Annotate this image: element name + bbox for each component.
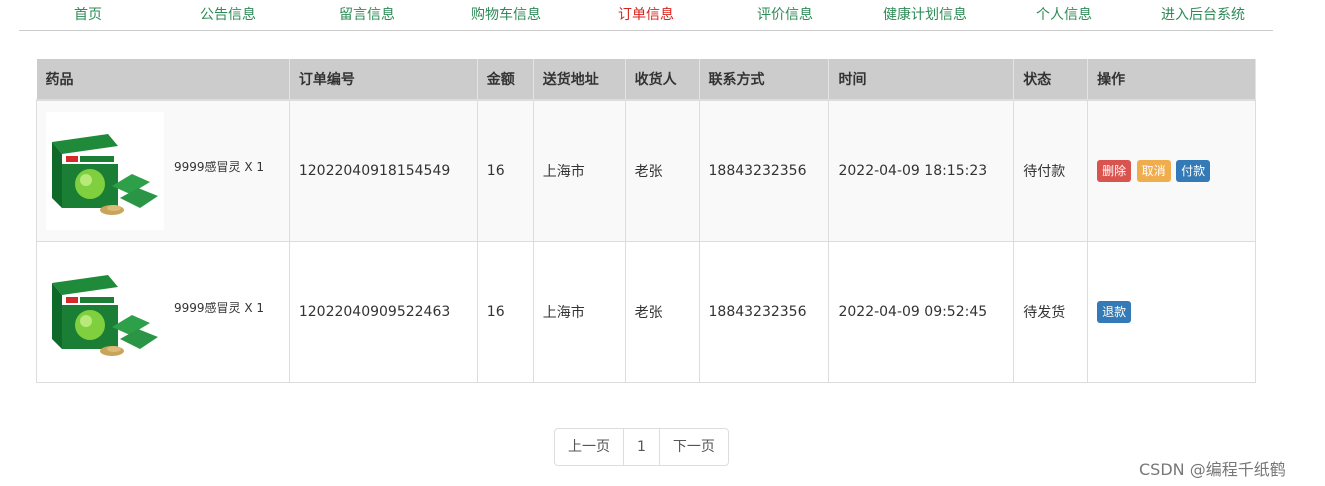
nav-health-plan[interactable]: 健康计划信息 xyxy=(883,4,967,24)
prev-page-button[interactable]: 上一页 xyxy=(555,429,624,465)
nav-messages[interactable]: 留言信息 xyxy=(339,4,395,24)
amount-cell: 16 xyxy=(476,241,534,383)
nav-announcements[interactable]: 公告信息 xyxy=(200,4,256,24)
table-row: 9999感冒灵 X 1 12022040918154549 16 上海市 老张 … xyxy=(36,99,1256,242)
delete-button[interactable]: 删除 xyxy=(1097,160,1132,182)
phone-cell: 18843232356 xyxy=(698,99,830,242)
header-phone: 联系方式 xyxy=(699,59,830,101)
table-row: 9999感冒灵 X 1 12022040909522463 16 上海市 老张 … xyxy=(36,241,1256,383)
nav-cart[interactable]: 购物车信息 xyxy=(471,4,541,24)
nav-home[interactable]: 首页 xyxy=(74,4,102,24)
header-amount: 金额 xyxy=(477,59,534,101)
drug-cell: 9999感冒灵 X 1 xyxy=(36,99,290,242)
header-time: 时间 xyxy=(828,59,1015,101)
time-cell: 2022-04-09 18:15:23 xyxy=(828,99,1015,242)
receiver-cell: 老张 xyxy=(624,241,700,383)
pagination: 上一页 1 下一页 xyxy=(554,428,729,466)
next-page-button[interactable]: 下一页 xyxy=(660,429,728,465)
actions-cell: 退款 xyxy=(1087,241,1256,383)
order-no-cell: 12022040909522463 xyxy=(288,241,478,383)
header-receiver: 收货人 xyxy=(625,59,700,101)
drug-name: 9999感冒灵 X 1 xyxy=(174,300,265,315)
nav-admin[interactable]: 进入后台系统 xyxy=(1161,4,1245,24)
csdn-watermark: CSDN @编程千纸鹤 xyxy=(1139,460,1286,479)
amount-cell: 16 xyxy=(476,99,534,242)
drug-name: 9999感冒灵 X 1 xyxy=(174,159,265,174)
top-nav: 首页 公告信息 留言信息 购物车信息 订单信息 评价信息 健康计划信息 个人信息… xyxy=(19,0,1273,31)
table-header-row: 药品 订单编号 金额 送货地址 收货人 联系方式 时间 状态 操作 xyxy=(36,59,1256,101)
phone-cell: 18843232356 xyxy=(698,241,830,383)
receiver-cell: 老张 xyxy=(624,99,700,242)
header-order-no: 订单编号 xyxy=(289,59,478,101)
order-no-cell: 12022040918154549 xyxy=(288,99,478,242)
pay-button[interactable]: 付款 xyxy=(1176,160,1211,182)
header-actions: 操作 xyxy=(1087,59,1256,101)
address-cell: 上海市 xyxy=(532,99,626,242)
medicine-box-image[interactable] xyxy=(46,112,164,230)
time-cell: 2022-04-09 09:52:45 xyxy=(828,241,1015,383)
cancel-button[interactable]: 取消 xyxy=(1136,160,1171,182)
drug-cell: 9999感冒灵 X 1 xyxy=(36,241,290,383)
nav-profile[interactable]: 个人信息 xyxy=(1036,4,1092,24)
nav-reviews[interactable]: 评价信息 xyxy=(757,4,813,24)
medicine-box-image[interactable] xyxy=(46,253,164,371)
header-status: 状态 xyxy=(1013,59,1089,101)
header-address: 送货地址 xyxy=(533,59,626,101)
status-cell: 待付款 xyxy=(1013,99,1089,242)
header-drug: 药品 xyxy=(36,59,290,101)
orders-table: 药品 订单编号 金额 送货地址 收货人 联系方式 时间 状态 操作 9999感冒… xyxy=(36,59,1256,383)
refund-button[interactable]: 退款 xyxy=(1097,301,1132,323)
actions-cell: 删除 取消 付款 xyxy=(1087,99,1256,242)
status-cell: 待发货 xyxy=(1013,241,1089,383)
page-number-button[interactable]: 1 xyxy=(624,429,660,465)
address-cell: 上海市 xyxy=(532,241,626,383)
nav-orders[interactable]: 订单信息 xyxy=(618,4,674,24)
